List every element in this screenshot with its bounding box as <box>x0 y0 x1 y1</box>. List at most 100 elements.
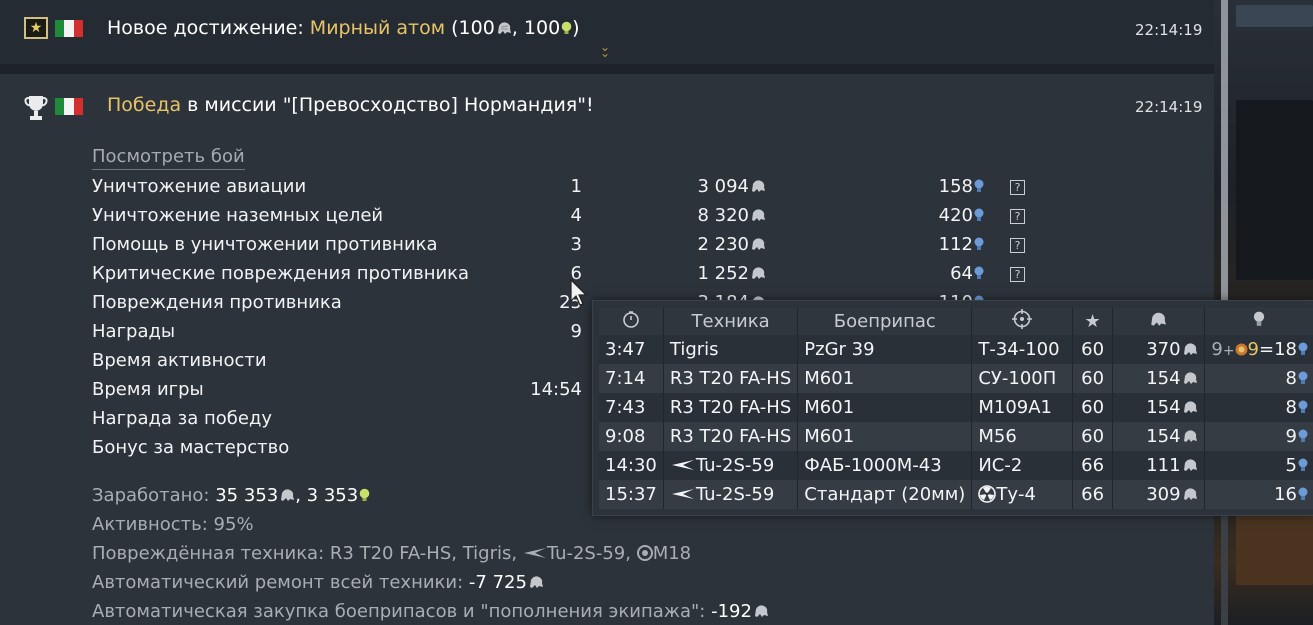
cell-time: 3:47 <box>599 335 664 364</box>
help-icon[interactable]: ? <box>1010 238 1025 253</box>
victory-highlight: Победа <box>107 94 182 116</box>
table-header-row: Техника Боеприпас ★ <box>599 307 1313 335</box>
rp-bulb-icon <box>1298 429 1308 442</box>
stat-count: 4 <box>570 205 582 226</box>
silver-lions-icon <box>281 489 295 501</box>
cell-target: ИС-2 <box>971 451 1074 480</box>
stat-label: Критические повреждения противника <box>92 263 470 284</box>
cell-target: M109A1 <box>971 393 1074 422</box>
stat-label: Бонус за мастерство <box>92 437 290 458</box>
crosshair-icon <box>971 307 1074 335</box>
silver-lions-icon <box>529 576 543 588</box>
kills-table: Техника Боеприпас ★ 3:47 Tigris PzGr 39 … <box>599 307 1313 509</box>
achievement-notification[interactable]: ★ Новое достижение: Мирный атом (100, 10… <box>0 0 1214 64</box>
cell-rp: 16 <box>1204 480 1313 509</box>
help-icon[interactable]: ? <box>1010 180 1025 195</box>
bulb-icon <box>561 21 572 34</box>
stat-sl: 3 094 <box>666 176 766 197</box>
rp-bulb-icon <box>974 179 984 192</box>
cell-level: 66 <box>1072 480 1114 509</box>
italy-flag-icon <box>55 20 83 37</box>
earned-line: Заработано: 35 353, 3 353 <box>92 485 370 506</box>
cell-ammo: M601 <box>797 364 973 393</box>
stat-sl: 1 252 <box>666 263 766 284</box>
table-row: 15:37 Tu-2S-59 Стандарт (20мм) Ту-4 66 3… <box>599 480 1313 509</box>
cell-target: СУ-100П <box>971 364 1074 393</box>
silver-lions-icon <box>1183 488 1197 500</box>
stat-count: 14:54 <box>530 379 582 400</box>
stat-count: 25 <box>559 292 582 313</box>
cell-time: 7:14 <box>599 364 664 393</box>
stat-label: Награда за победу <box>92 408 273 429</box>
help-icon[interactable]: ? <box>1010 267 1025 282</box>
cell-level: 60 <box>1072 364 1114 393</box>
cell-ammo: ФАБ-1000М-43 <box>797 451 973 480</box>
cell-target: M56 <box>971 422 1074 451</box>
cell-level: 60 <box>1072 393 1114 422</box>
expand-chevron-icon[interactable]: ⌄ ⌄ <box>600 41 610 59</box>
activity-line: Активность: 95% <box>92 514 254 535</box>
cell-time: 14:30 <box>599 451 664 480</box>
cell-rp: 8 <box>1204 364 1313 393</box>
cell-ammo: M601 <box>797 393 973 422</box>
cell-vehicle: Tigris <box>663 335 799 364</box>
silver-lions-icon <box>1183 430 1197 442</box>
cell-time: 9:08 <box>599 422 664 451</box>
cell-time: 7:43 <box>599 393 664 422</box>
table-row: 7:14 R3 T20 FA-HS M601 СУ-100П 60 154 8 <box>599 364 1313 393</box>
cell-sl: 370 <box>1112 335 1205 364</box>
stat-label: Уничтожение наземных целей <box>92 205 384 226</box>
cell-sl: 154 <box>1112 364 1205 393</box>
stat-count: 6 <box>570 263 582 284</box>
timer-icon <box>599 307 664 335</box>
cell-level: 60 <box>1072 422 1114 451</box>
trophy-icon <box>24 96 48 120</box>
damaged-vehicles-line: Повреждённая техника: R3 T20 FA-HS, Tigr… <box>92 543 692 564</box>
silver-lions-icon <box>752 267 765 279</box>
silver-lions-icon <box>1183 459 1197 471</box>
stat-sl: 2 230 <box>666 234 766 255</box>
stat-count: 3 <box>570 234 582 255</box>
cell-rp: 9 <box>1204 422 1313 451</box>
header-ammo: Боеприпас <box>797 307 973 335</box>
silver-lions-icon <box>752 209 765 221</box>
stat-label: Время игры <box>92 379 204 400</box>
cell-vehicle: Tu-2S-59 <box>663 480 799 509</box>
rp-bulb-icon <box>1298 371 1308 384</box>
cell-sl: 111 <box>1112 451 1205 480</box>
stat-count: 9 <box>570 321 582 342</box>
achievement-name: Мирный атом <box>309 17 446 39</box>
star-icon: ★ <box>1072 307 1114 335</box>
rp-bulb-icon <box>974 237 984 250</box>
star-badge-icon: ★ <box>24 17 48 39</box>
stat-label: Уничтожение авиации <box>92 176 307 197</box>
stat-sl: 8 320 <box>666 205 766 226</box>
rp-bulb-icon <box>1204 307 1313 335</box>
repair-line: Автоматический ремонт всей техники: -7 7… <box>92 572 544 593</box>
rp-bulb-icon <box>1298 458 1308 471</box>
view-battle-link[interactable]: Посмотреть бой <box>92 146 245 170</box>
cell-ammo: PzGr 39 <box>797 335 973 364</box>
silver-lions-icon <box>752 180 765 192</box>
cell-time: 15:37 <box>599 480 664 509</box>
cell-vehicle: R3 T20 FA-HS <box>663 364 799 393</box>
table-row: 3:47 Tigris PzGr 39 Т-34-100 60 370 9+ 9=… <box>599 335 1313 364</box>
cell-vehicle: R3 T20 FA-HS <box>663 393 799 422</box>
timestamp: 22:14:19 <box>1135 21 1203 39</box>
help-icon[interactable]: ? <box>1010 209 1025 224</box>
rp-bulb-icon <box>974 266 984 279</box>
achievement-text: Новое достижение: Мирный атом (100, 100) <box>107 17 580 39</box>
table-row: 7:43 R3 T20 FA-HS M601 M109A1 60 154 8 <box>599 393 1313 422</box>
cell-ammo: M601 <box>797 422 973 451</box>
italy-flag-icon <box>55 98 83 115</box>
silver-lions-icon <box>1112 307 1205 335</box>
cell-target: Т-34-100 <box>971 335 1074 364</box>
timestamp: 22:14:19 <box>1135 98 1203 116</box>
cell-rp: 9+ 9=18 <box>1204 335 1313 364</box>
cell-rp: 5 <box>1204 451 1313 480</box>
stat-rp: 420 <box>924 205 984 226</box>
cell-sl: 309 <box>1112 480 1205 509</box>
cell-sl: 154 <box>1112 393 1205 422</box>
scrollbar-thumb[interactable] <box>1221 0 1228 300</box>
cell-level: 66 <box>1072 451 1114 480</box>
